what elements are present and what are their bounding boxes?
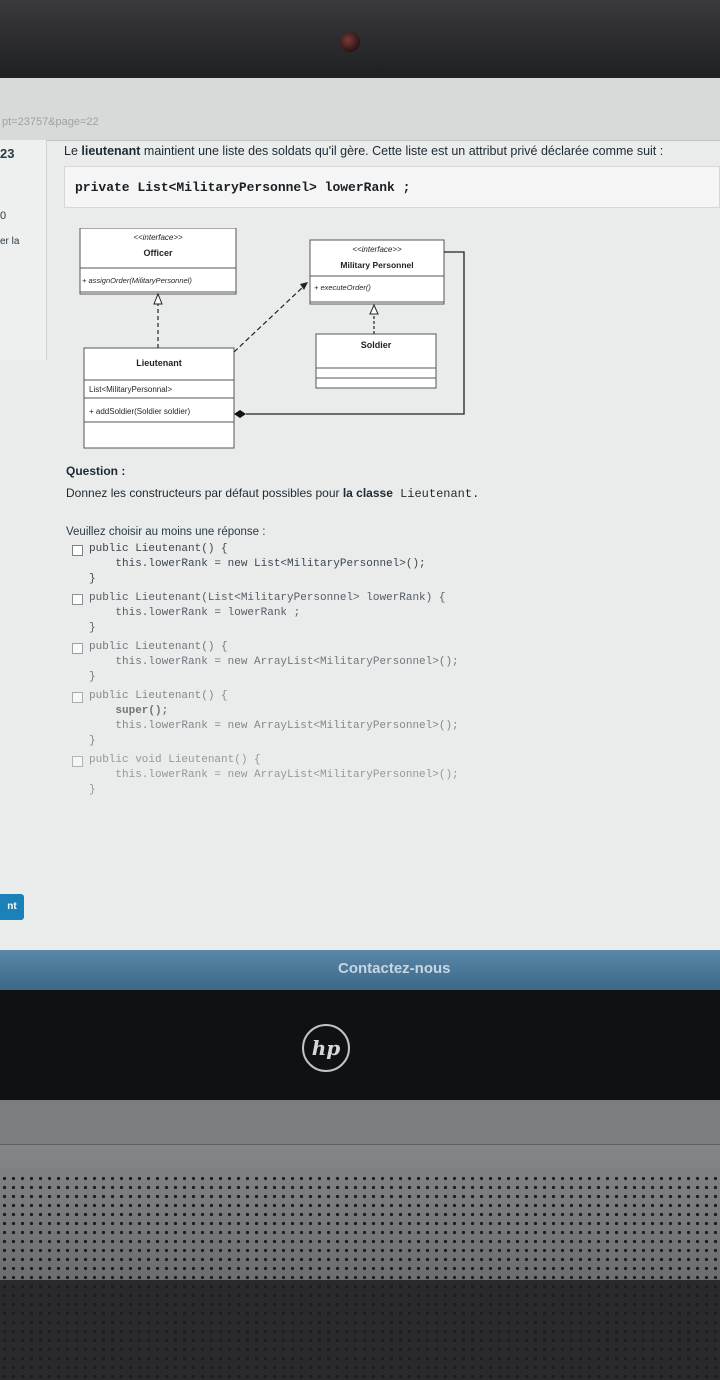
question-text-class: Lieutenant. <box>392 487 480 501</box>
question-text: Donnez les constructeurs par défaut poss… <box>66 486 479 501</box>
soldier-name: Soldier <box>361 340 392 350</box>
page-footer: Contactez-nous <box>0 950 720 990</box>
lieutenant-name: Lieutenant <box>136 358 182 368</box>
uml-soldier-box: Soldier <box>315 333 437 389</box>
option-4-line-4: } <box>89 735 96 747</box>
screen: pt=23757&page=22 23 0 er la nt Le lieute… <box>0 78 720 990</box>
officer-stereotype: <<interface>> <box>133 233 183 242</box>
nav-button[interactable]: nt <box>0 894 24 920</box>
option-4-line-1: public Lieutenant() { <box>89 690 228 702</box>
option-1-line-3: } <box>89 573 96 585</box>
lieutenant-attribute: List<MilitaryPersonnal> <box>89 385 172 394</box>
answer-option-3[interactable]: public Lieutenant() { this.lowerRank = n… <box>72 640 712 685</box>
answer-checkbox-5[interactable] <box>72 756 83 767</box>
option-2-line-2: this.lowerRank = lowerRank ; <box>89 607 301 619</box>
answer-options: public Lieutenant() { this.lowerRank = n… <box>72 542 712 802</box>
sidebar-zero: 0 <box>0 210 7 222</box>
military-method: + executeOrder() <box>314 283 371 292</box>
option-4-line-3: this.lowerRank = new ArrayList<MilitaryP… <box>89 720 459 732</box>
option-3-line-1: public Lieutenant() { <box>89 641 228 653</box>
uml-officer-box: <<interface>> Officer + assignOrder(Mili… <box>79 228 237 295</box>
question-text-bold: la classe <box>342 486 393 500</box>
option-1-line-2: this.lowerRank = new List<MilitaryPerson… <box>89 558 426 570</box>
laptop-bezel <box>0 0 720 80</box>
officer-method: + assignOrder(MilitaryPersonnel) <box>82 276 192 285</box>
laptop-deck <box>0 1100 720 1380</box>
laptop-hinge <box>0 990 720 1100</box>
intro-part1: Le <box>64 144 82 158</box>
option-5-line-2: this.lowerRank = new ArrayList<MilitaryP… <box>89 769 459 781</box>
uml-military-personnel-box: <<interface>> Military Personnel + execu… <box>309 239 445 305</box>
military-name: Military Personnel <box>340 260 413 270</box>
question-number: 23 <box>0 146 15 161</box>
lieutenant-method: + addSoldier(Soldier soldier) <box>89 407 191 416</box>
left-sidebar: 23 0 er la <box>0 140 47 360</box>
url-text[interactable]: pt=23757&page=22 <box>2 116 99 128</box>
uml-realization-officer <box>153 292 163 348</box>
browser-bar: pt=23757&page=22 <box>0 78 720 141</box>
answer-option-1[interactable]: public Lieutenant() { this.lowerRank = n… <box>72 542 712 587</box>
answer-checkbox-4[interactable] <box>72 692 83 703</box>
option-2-line-3: } <box>89 622 96 634</box>
uml-lieutenant-box: Lieutenant List<MilitaryPersonnal> + add… <box>83 347 235 449</box>
uml-dependency-military <box>233 282 308 353</box>
intro-bold: lieutenant <box>81 144 141 158</box>
answer-checkbox-3[interactable] <box>72 643 83 654</box>
question-text-prefix: Donnez les constructeurs par défaut poss… <box>66 486 343 500</box>
question-title: Question : <box>66 464 126 478</box>
answer-option-4[interactable]: public Lieutenant() { super(); this.lowe… <box>72 689 712 749</box>
deck-strip <box>0 1100 720 1145</box>
sidebar-la-text: er la <box>0 236 20 247</box>
answer-option-2[interactable]: public Lieutenant(List<MilitaryPersonnel… <box>72 591 712 636</box>
option-2-line-1: public Lieutenant(List<MilitaryPersonnel… <box>89 592 446 604</box>
declaration-code: private List<MilitaryPersonnel> lowerRan… <box>75 180 411 195</box>
option-5-line-1: public void Lieutenant() { <box>89 754 261 766</box>
declaration-box: private List<MilitaryPersonnel> lowerRan… <box>64 166 720 208</box>
intro-text: Le lieutenant maintient une liste des so… <box>64 144 663 158</box>
military-stereotype: <<interface>> <box>352 245 402 254</box>
answer-checkbox-2[interactable] <box>72 594 83 605</box>
contact-link[interactable]: Contactez-nous <box>338 960 451 977</box>
answer-option-5[interactable]: public void Lieutenant() { this.lowerRan… <box>72 753 712 798</box>
option-4-line-2: super(); <box>89 705 169 717</box>
answer-instruction: Veuillez choisir au moins une réponse : <box>66 526 266 538</box>
option-3-line-2: this.lowerRank = new ArrayList<MilitaryP… <box>89 656 459 668</box>
speaker-grille <box>0 1174 720 1380</box>
option-3-line-3: } <box>89 671 96 683</box>
answer-checkbox-1[interactable] <box>72 545 83 556</box>
uml-diagram: <<interface>> Officer + assignOrder(Mili… <box>79 228 465 449</box>
uml-realization-soldier <box>369 303 379 334</box>
question-content: Le lieutenant maintient une liste des so… <box>58 140 720 950</box>
option-1-line-1: public Lieutenant() { <box>89 543 228 555</box>
officer-name: Officer <box>143 248 173 258</box>
intro-part2: maintient une liste des soldats qu'il gè… <box>140 144 664 158</box>
webcam <box>340 32 360 52</box>
option-5-line-3: } <box>89 784 96 796</box>
hp-logo: hp <box>302 1024 350 1072</box>
